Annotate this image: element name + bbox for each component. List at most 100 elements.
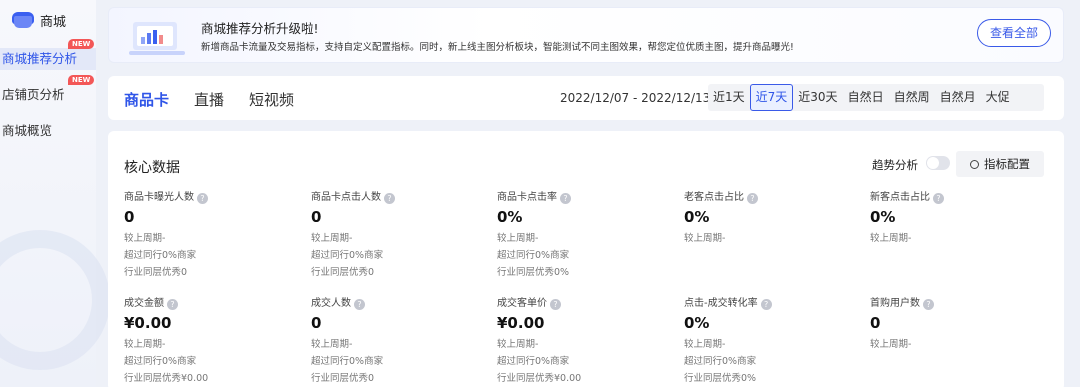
metric-industry-best: 行业同层优秀0% — [684, 373, 757, 384]
metric-card: 首购用户数? 0 较上周期- — [870, 297, 1050, 353]
sidebar-decoration — [0, 230, 110, 370]
help-icon[interactable]: ? — [384, 193, 395, 204]
metric-label: 成交金额 — [124, 298, 164, 309]
period-30-days[interactable]: 近30天 — [793, 84, 842, 111]
banner-title: 商城推荐分析升级啦! — [201, 21, 319, 36]
metric-value: 0 — [124, 208, 135, 226]
metric-card: 商品卡曝光人数? 0 较上周期- 超过同行0%商家 行业同层优秀0 — [124, 191, 304, 281]
help-icon[interactable]: ? — [923, 299, 934, 310]
metric-industry-best: 行业同层优秀0% — [497, 267, 570, 278]
sidebar-item-store-page-analysis[interactable]: 店铺页分析 NEW — [0, 75, 96, 106]
metric-label: 首购用户数 — [870, 298, 920, 309]
metric-label: 老客点击占比 — [684, 192, 744, 203]
settings-icon — [970, 160, 979, 169]
metric-change: 较上周期- — [124, 233, 166, 244]
metric-label: 商品卡点击人数 — [311, 192, 381, 203]
metric-change: 较上周期- — [311, 339, 353, 350]
help-icon[interactable]: ? — [550, 299, 561, 310]
metric-change: 较上周期- — [684, 233, 726, 244]
metric-peer-rank: 超过同行0%商家 — [497, 250, 570, 261]
metric-label: 成交客单价 — [497, 298, 547, 309]
metric-value: 0% — [870, 208, 896, 226]
help-icon[interactable]: ? — [197, 193, 208, 204]
analytics-illustration-icon — [129, 22, 185, 55]
metric-value: 0 — [311, 208, 322, 226]
tab-live[interactable]: 直播 — [194, 89, 224, 110]
metric-label: 新客点击占比 — [870, 192, 930, 203]
upgrade-banner: 商城推荐分析升级啦! 新增商品卡流量及交易指标，支持自定义配置指标。同时，新上线… — [108, 7, 1064, 63]
sidebar-item-recommend-analysis[interactable]: 商城推荐分析 NEW — [0, 39, 96, 70]
view-all-button[interactable]: 查看全部 — [977, 19, 1051, 47]
metric-change: 较上周期- — [497, 233, 539, 244]
metric-change: 较上周期- — [684, 339, 726, 350]
metric-industry-best: 行业同层优秀¥0.00 — [497, 373, 582, 384]
core-data-card: 核心数据 趋势分析 指标配置 商品卡曝光人数? 0 较上周期- 超过同行0%商家… — [108, 131, 1064, 387]
metric-card: 新客点击占比? 0% 较上周期- — [870, 191, 1050, 247]
metric-card: 商品卡点击人数? 0 较上周期- 超过同行0%商家 行业同层优秀0 — [311, 191, 491, 281]
metric-peer-rank: 超过同行0%商家 — [124, 356, 197, 367]
metric-value: ¥0.00 — [124, 314, 172, 332]
sidebar-item-label: 商城推荐分析 — [2, 51, 78, 66]
metric-industry-best: 行业同层优秀0 — [124, 267, 188, 278]
period-1-day[interactable]: 近1天 — [708, 84, 750, 111]
metric-value: 0% — [684, 208, 710, 226]
new-badge: NEW — [68, 75, 95, 85]
metric-label: 成交人数 — [311, 298, 351, 309]
metric-card: 商品卡点击率? 0% 较上周期- 超过同行0%商家 行业同层优秀0% — [497, 191, 677, 281]
help-icon[interactable]: ? — [933, 193, 944, 204]
metric-label: 商品卡曝光人数 — [124, 192, 194, 203]
sidebar: 商城 商城推荐分析 NEW 店铺页分析 NEW 商城概览 — [0, 0, 110, 387]
date-range: 2022/12/07 - 2022/12/13 — [560, 91, 711, 105]
help-icon[interactable]: ? — [167, 299, 178, 310]
metric-card: 成交金额? ¥0.00 较上周期- 超过同行0%商家 行业同层优秀¥0.00 — [124, 297, 304, 387]
period-selector: 近1天 近7天 近30天 自然日 自然周 自然月 大促 — [708, 84, 1044, 111]
metric-card: 成交人数? 0 较上周期- 超过同行0%商家 行业同层优秀0 — [311, 297, 491, 387]
sidebar-item-label: 商城概览 — [2, 123, 53, 138]
metric-label: 点击-成交转化率 — [684, 298, 758, 309]
metric-peer-rank: 超过同行0%商家 — [311, 250, 384, 261]
metric-value: 0% — [684, 314, 710, 332]
period-natural-month[interactable]: 自然月 — [935, 84, 981, 111]
metric-change: 较上周期- — [870, 233, 912, 244]
trend-analysis-label: 趋势分析 — [872, 158, 918, 172]
period-promotion[interactable]: 大促 — [981, 84, 1015, 111]
period-7-days[interactable]: 近7天 — [749, 84, 794, 111]
metric-industry-best: 行业同层优秀¥0.00 — [124, 373, 209, 384]
trend-analysis-toggle[interactable] — [926, 156, 950, 170]
metric-value: ¥0.00 — [497, 314, 545, 332]
help-icon[interactable]: ? — [747, 193, 758, 204]
banner-description: 新增商品卡流量及交易指标，支持自定义配置指标。同时，新上线主图分析板块，智能测试… — [201, 42, 794, 53]
sidebar-header: 商城 — [12, 10, 66, 30]
help-icon[interactable]: ? — [560, 193, 571, 204]
sidebar-title: 商城 — [40, 14, 67, 30]
metric-peer-rank: 超过同行0%商家 — [311, 356, 384, 367]
core-data-title: 核心数据 — [124, 160, 180, 176]
metric-card: 成交客单价? ¥0.00 较上周期- 超过同行0%商家 行业同层优秀¥0.00 — [497, 297, 677, 387]
help-icon[interactable]: ? — [760, 299, 772, 310]
shop-logo-icon — [12, 12, 34, 28]
period-natural-week[interactable]: 自然周 — [889, 84, 935, 111]
metric-card: 点击-成交转化率? 0% 较上周期- 超过同行0%商家 行业同层优秀0% — [684, 297, 864, 387]
tab-short-video[interactable]: 短视频 — [249, 89, 294, 110]
metric-config-label: 指标配置 — [984, 157, 1030, 171]
metric-card: 老客点击占比? 0% 较上周期- — [684, 191, 864, 247]
metric-industry-best: 行业同层优秀0 — [311, 267, 375, 278]
metric-value: 0 — [870, 314, 881, 332]
metric-value: 0 — [311, 314, 322, 332]
help-icon[interactable]: ? — [354, 299, 365, 310]
metric-label: 商品卡点击率 — [497, 192, 557, 203]
sidebar-item-overview[interactable]: 商城概览 — [0, 120, 96, 142]
new-badge: NEW — [68, 39, 95, 49]
metric-change: 较上周期- — [497, 339, 539, 350]
channel-tab-bar: 商品卡 直播 短视频 2022/12/07 - 2022/12/13 近1天 近… — [108, 76, 1064, 120]
metric-peer-rank: 超过同行0%商家 — [684, 356, 757, 367]
metric-peer-rank: 超过同行0%商家 — [124, 250, 197, 261]
sidebar-item-label: 店铺页分析 — [2, 87, 65, 102]
metric-config-button[interactable]: 指标配置 — [956, 151, 1044, 177]
metric-peer-rank: 超过同行0%商家 — [497, 356, 570, 367]
period-natural-day[interactable]: 自然日 — [843, 84, 889, 111]
tab-product-card[interactable]: 商品卡 — [124, 89, 169, 110]
metric-change: 较上周期- — [870, 339, 912, 350]
metric-industry-best: 行业同层优秀0 — [311, 373, 375, 384]
metric-change: 较上周期- — [124, 339, 166, 350]
